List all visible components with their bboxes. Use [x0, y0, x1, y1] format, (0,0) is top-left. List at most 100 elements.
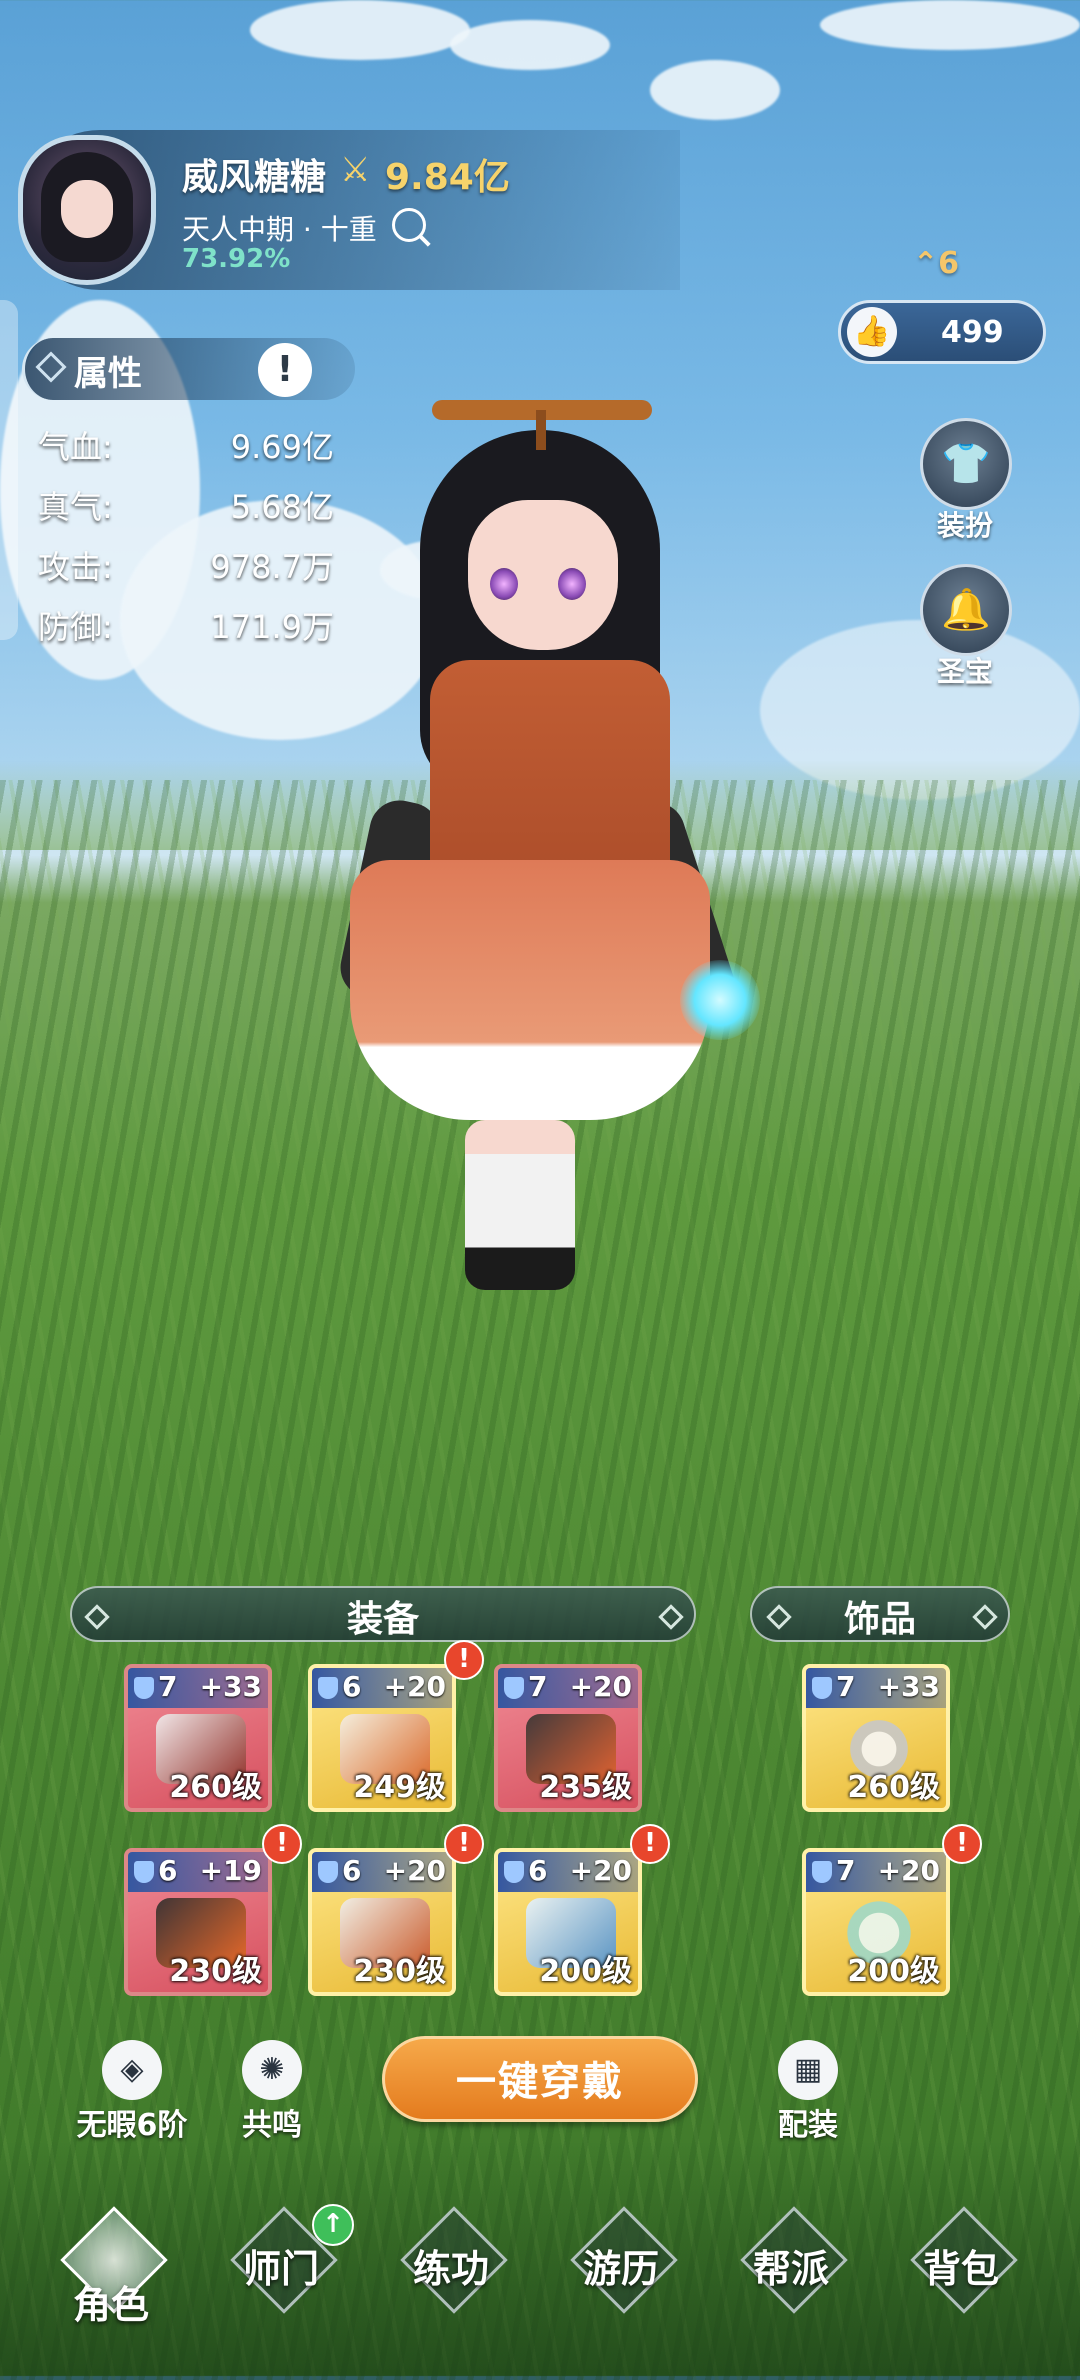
shield-icon [318, 1677, 338, 1699]
flawless-button[interactable]: ◈ 无暇6阶 [62, 2040, 202, 2144]
item-level: 260级 [169, 1770, 262, 1805]
nav-label: 游历 [582, 2247, 659, 2291]
equip-all-button[interactable]: 一键穿戴 [382, 2036, 698, 2122]
item-tier-value: 6 [528, 1854, 548, 1887]
accessory-slot-ring[interactable]: 7 +33 260级 [802, 1664, 950, 1812]
item-level: 260级 [847, 1770, 940, 1805]
treasure-button[interactable]: 🔔 圣宝 [920, 564, 1012, 690]
loadout-button[interactable]: ▦ 配装 [738, 2040, 878, 2144]
nav-tab-character[interactable]: 角色 [36, 2206, 186, 2340]
combat-power-icon: ⚔ [340, 150, 371, 190]
shield-icon [134, 1861, 154, 1883]
attribute-value: 5.68亿 [230, 488, 334, 526]
item-tier-value: 7 [836, 1854, 856, 1887]
item-tier: 6 [134, 1854, 177, 1887]
nav-label: 师门 [242, 2247, 319, 2291]
accessory-slot-pendant[interactable]: 7 +20 200级 [802, 1848, 950, 1996]
item-tier-value: 7 [158, 1670, 178, 1703]
realm-progress: 73.92% [182, 244, 291, 274]
loadout-label: 配装 [778, 2108, 838, 2143]
outfit-label: 装扮 [936, 509, 993, 542]
alert-icon: ! [942, 1824, 982, 1864]
nav-label: 帮派 [752, 2247, 829, 2291]
attributes-drawer-edge[interactable] [0, 300, 18, 640]
equipment-slot-helmet[interactable]: 6 +20 249级 [308, 1664, 456, 1812]
character-legs [465, 1120, 575, 1290]
equipment-slot-boots[interactable]: 6 +20 200级 [494, 1848, 642, 1996]
outfit-icon: 👕 [920, 418, 1012, 510]
attribute-label: 气血: [38, 428, 113, 466]
item-level: 200级 [539, 1954, 632, 1989]
like-button[interactable]: 👍 499 [838, 300, 1046, 364]
flawless-label: 无暇6阶 [76, 2108, 188, 2143]
outfit-button[interactable]: 👕 装扮 [920, 418, 1012, 544]
cloud [450, 20, 610, 70]
attribute-row-attack: 攻击: 978.7万 [38, 542, 334, 588]
player-name: 威风糖糖 [182, 157, 327, 198]
nav-tab-guild[interactable]: 帮派 [716, 2206, 866, 2340]
nav-tab-training[interactable]: 练功 [376, 2206, 526, 2340]
equipment-slot-weapon[interactable]: 7 +33 260级 [124, 1664, 272, 1812]
nav-tab-backpack[interactable]: 背包 [886, 2206, 1036, 2340]
item-level: 230级 [353, 1954, 446, 1989]
shield-icon [812, 1861, 832, 1883]
search-icon[interactable] [392, 208, 426, 242]
item-tier-value: 7 [528, 1670, 548, 1703]
attribute-row-qi: 真气: 5.68亿 [38, 482, 334, 528]
equipment-slot-cloak[interactable]: 6 +19 230级 [124, 1848, 272, 1996]
resonance-icon: ✺ [242, 2040, 302, 2100]
cloud [650, 60, 780, 120]
character-eye [558, 568, 586, 600]
info-icon[interactable]: ! [258, 343, 312, 397]
attribute-label: 攻击: [38, 548, 113, 586]
shield-icon [134, 1677, 154, 1699]
equipment-slot-belt[interactable]: 6 +20 230级 [308, 1848, 456, 1996]
item-enhance: +33 [199, 1670, 262, 1703]
attribute-label: 防御: [38, 608, 113, 646]
bell-icon: 🔔 [920, 564, 1012, 656]
nav-tab-travel[interactable]: 游历 [546, 2206, 696, 2340]
upgrade-arrow-icon: ↑ [312, 2204, 354, 2246]
player-realm: 天人中期 · 十重 [182, 213, 377, 246]
item-tier: 7 [134, 1670, 177, 1703]
item-tier-value: 6 [342, 1854, 362, 1887]
thumbs-up-icon: 👍 [847, 307, 897, 357]
like-count: 499 [941, 315, 1004, 350]
grid-icon: ▦ [778, 2040, 838, 2100]
attribute-row-defense: 防御: 171.9万 [38, 602, 334, 648]
attribute-value: 9.69亿 [230, 428, 334, 466]
player-avatar[interactable] [18, 135, 156, 285]
equipment-slot-armor[interactable]: 7 +20 235级 [494, 1664, 642, 1812]
nav-label: 练功 [412, 2247, 489, 2291]
nav-label: 角色 [72, 2283, 149, 2327]
character-propeller-stem [536, 410, 546, 450]
item-tier-value: 7 [836, 1670, 856, 1703]
character-eye [490, 568, 518, 600]
attribute-row-hp: 气血: 9.69亿 [38, 422, 334, 468]
item-tier: 7 [812, 1670, 855, 1703]
shield-icon [504, 1861, 524, 1883]
flawless-icon: ◈ [102, 2040, 162, 2100]
accessories-title: 饰品 [843, 1599, 916, 1640]
item-level: 249级 [353, 1770, 446, 1805]
rank-badge: ⌃6 [913, 246, 959, 281]
item-tier-value: 6 [342, 1670, 362, 1703]
item-tier: 6 [318, 1670, 361, 1703]
attributes-title: 属性 [74, 354, 142, 394]
shield-icon [318, 1861, 338, 1883]
equipment-title: 装备 [346, 1599, 419, 1640]
resonance-button[interactable]: ✺ 共鸣 [202, 2040, 342, 2144]
resonance-label: 共鸣 [242, 2108, 302, 2143]
item-enhance: +33 [877, 1670, 940, 1703]
character-face [468, 500, 618, 650]
item-enhance: +20 [383, 1854, 446, 1887]
item-tier: 7 [504, 1670, 547, 1703]
shield-icon [812, 1677, 832, 1699]
alert-icon: ! [630, 1824, 670, 1864]
combat-power-value: 9.84亿 [385, 157, 510, 198]
item-tier: 6 [504, 1854, 547, 1887]
item-enhance: +20 [383, 1670, 446, 1703]
cloud [250, 0, 470, 60]
item-enhance: +20 [569, 1854, 632, 1887]
item-tier: 6 [318, 1854, 361, 1887]
